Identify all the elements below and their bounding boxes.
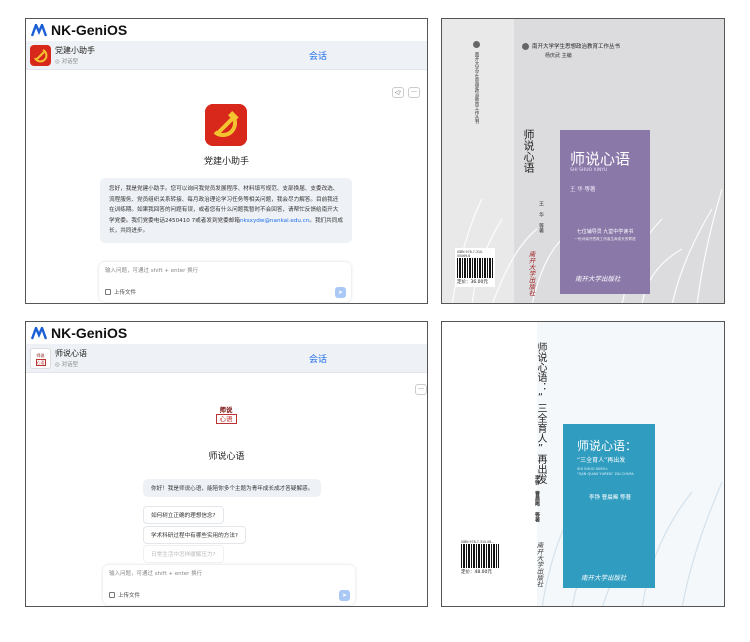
session-tab[interactable]: 会话	[309, 49, 327, 62]
logo-title: 师说心语	[208, 452, 245, 462]
toolbar: ◁· ···	[392, 87, 420, 98]
upload-file-button[interactable]: 上传文件	[105, 288, 136, 296]
cover-author: 李铮 曹晨晞 等著	[589, 495, 631, 501]
cover-title: 师说心语：	[577, 439, 638, 453]
isbn-text: ISBN 978-7-310-06...	[461, 540, 495, 544]
cover-pinyin-1: SHI SHUO XINYU:	[577, 467, 609, 471]
nk-genios-logo-icon	[31, 23, 47, 36]
series-seal-icon	[522, 43, 529, 50]
chat-window-shishuo-xinyu: NK-GeniOS 师说 心语 师说心语 ◎ 对话型 会话 ··· 师说 心语 师…	[25, 321, 428, 607]
barcode-icon	[461, 544, 499, 568]
cover-subtitle: “三全育人”再出发	[577, 457, 626, 464]
logo-title: 党建小助手	[203, 157, 249, 167]
logo-line-1: 师说	[219, 406, 233, 414]
cover-pinyin-2: “SAN QUAN YUREN” ZAI CHUFA	[577, 472, 634, 476]
spine: 南开大学学生思想政治教育工作丛书	[472, 41, 482, 124]
bot-type-label: ◎ 对话型	[55, 59, 79, 65]
suggestion-3[interactable]: 日常生活中怎样缓解压力?	[143, 545, 224, 563]
upload-icon	[109, 592, 115, 598]
price-text: 定价：48.00元	[461, 570, 492, 575]
bot-name: 党建小助手	[55, 46, 95, 55]
shishuo-avatar: 师说 心语	[30, 348, 51, 369]
cover-tagline-1: 七位辅导员 九堂中学读书	[576, 229, 634, 235]
barcode-block: ISBN 978-7-310-06... 定价：48.00元	[459, 538, 501, 577]
book-cover-shishuo-xinyu: 南开大学学生思想政治教育工作丛书 杨庆武 主编 南开大学学生思想政治教育工作丛书…	[441, 18, 725, 304]
send-button[interactable]: ➤	[335, 287, 346, 298]
send-button[interactable]: ➤	[339, 590, 350, 601]
spine-publisher: 南开大学出版社	[527, 251, 535, 297]
series-title-text: 南开大学学生思想政治教育工作丛书	[532, 44, 621, 50]
speaker-icon[interactable]: ◁·	[392, 87, 404, 98]
brand-name: NK-GeniOS	[51, 22, 128, 38]
chat-header: 师说 心语 师说心语 ◎ 对话型 会话	[26, 344, 427, 373]
toolbar: ···	[415, 384, 427, 395]
input-placeholder: 输入问题，可通过 shift + enter 换行	[109, 571, 203, 577]
bot-type-text: 对话型	[61, 59, 79, 65]
brand-name: NK-GeniOS	[51, 325, 128, 341]
barcode-icon	[457, 258, 493, 278]
cover-author: 王 华 等著	[570, 187, 596, 193]
nk-genios-logo-icon	[31, 326, 47, 339]
spine-publisher: 南开大学出版社	[535, 542, 543, 588]
chat-input-box[interactable]: 输入问题，可通过 shift + enter 换行 上传文件 ➤	[99, 262, 351, 302]
brand-header: NK-GeniOS	[26, 19, 427, 41]
spine-author: 王 华 等著	[538, 201, 544, 233]
avatar-line-2: 心语	[35, 359, 46, 366]
spine-series: 南开大学学生思想政治教育工作丛书	[474, 52, 479, 124]
upload-icon	[105, 289, 111, 295]
spine-title: 师说心语	[522, 129, 535, 173]
bot-type-text: 对话型	[61, 362, 79, 368]
spine-title: 师说心语：“三全育人”再出发	[535, 342, 546, 484]
price-text: 定价：36.00元	[457, 280, 488, 285]
cover-series-title: 南开大学学生思想政治教育工作丛书	[522, 42, 620, 50]
avatar-line-1: 师说	[36, 353, 45, 358]
party-emblem-logo	[205, 104, 247, 146]
session-tab[interactable]: 会话	[309, 352, 327, 365]
cover-pinyin: SHI SHUO XINYU	[570, 168, 608, 173]
isbn-text: ISBN 978-7-310-05069-6	[457, 250, 484, 258]
cover-publisher: 南开大学出版社	[581, 574, 627, 582]
greeting-message: 你好！我是师说心语，能陪你多个主题为青年成长成才答疑解惑。	[143, 479, 322, 497]
party-emblem-avatar	[30, 45, 51, 66]
chat-input-box[interactable]: 输入问题，可通过 shift + enter 换行 上传文件 ➤	[103, 565, 355, 605]
email-link[interactable]: nksxydw@nankai.edu.cn	[240, 218, 309, 224]
shishuo-logo: 师说 心语	[207, 406, 245, 438]
cover-title: 师说心语	[570, 150, 631, 168]
more-icon[interactable]: ···	[415, 384, 427, 395]
more-icon[interactable]: ···	[408, 87, 420, 98]
cover-title-block: 师说心语： “三全育人”再出发 SHI SHUO XINYU: “SAN QUA…	[563, 424, 655, 588]
upload-label: 上传文件	[114, 290, 137, 296]
logo-line-2: 心语	[215, 414, 237, 424]
cover-publisher: 南开大学出版社	[575, 275, 621, 283]
upload-label: 上传文件	[118, 593, 141, 599]
spine-seal-icon	[473, 41, 480, 48]
upload-file-button[interactable]: 上传文件	[109, 591, 140, 599]
chat-header: 党建小助手 ◎ 对话型 会话	[26, 41, 427, 70]
brand-header: NK-GeniOS	[26, 322, 427, 344]
cover-title-block: 师说心语 SHI SHUO XINYU 王 华 等著 七位辅导员 九堂中学读书 …	[560, 130, 650, 294]
cover-series-editor: 杨庆武 主编	[545, 53, 572, 59]
suggestion-1[interactable]: 如何树立正确的理想信念?	[143, 506, 224, 524]
suggestion-2[interactable]: 学术科研过程中有哪些实用的方法?	[143, 526, 246, 544]
chat-window-party-assistant: NK-GeniOS 党建小助手 ◎ 对话型 会话 ◁· ··· 党建小助手 您好…	[25, 18, 428, 304]
barcode-block: ISBN 978-7-310-05069-6 定价：36.00元	[455, 248, 495, 287]
bot-type-label: ◎ 对话型	[55, 362, 79, 368]
cover-tagline-2: 一份对南开思政工作者生命成长的寄语	[574, 237, 636, 241]
book-cover-sanquan-yuren: 师说心语：“三全育人”再出发 李铮 曹晨晞 等著 南开大学出版社 师说心语： “…	[441, 321, 725, 607]
input-placeholder: 输入问题，可通过 shift + enter 换行	[105, 268, 199, 274]
bot-name: 师说心语	[55, 349, 87, 358]
intro-message: 您好，我是党建小助手。您可以询问我党员发展程序、材料填写规范、支部换届、支委改选…	[100, 178, 352, 243]
spine-author: 李铮 曹晨晞 等著	[534, 475, 540, 522]
